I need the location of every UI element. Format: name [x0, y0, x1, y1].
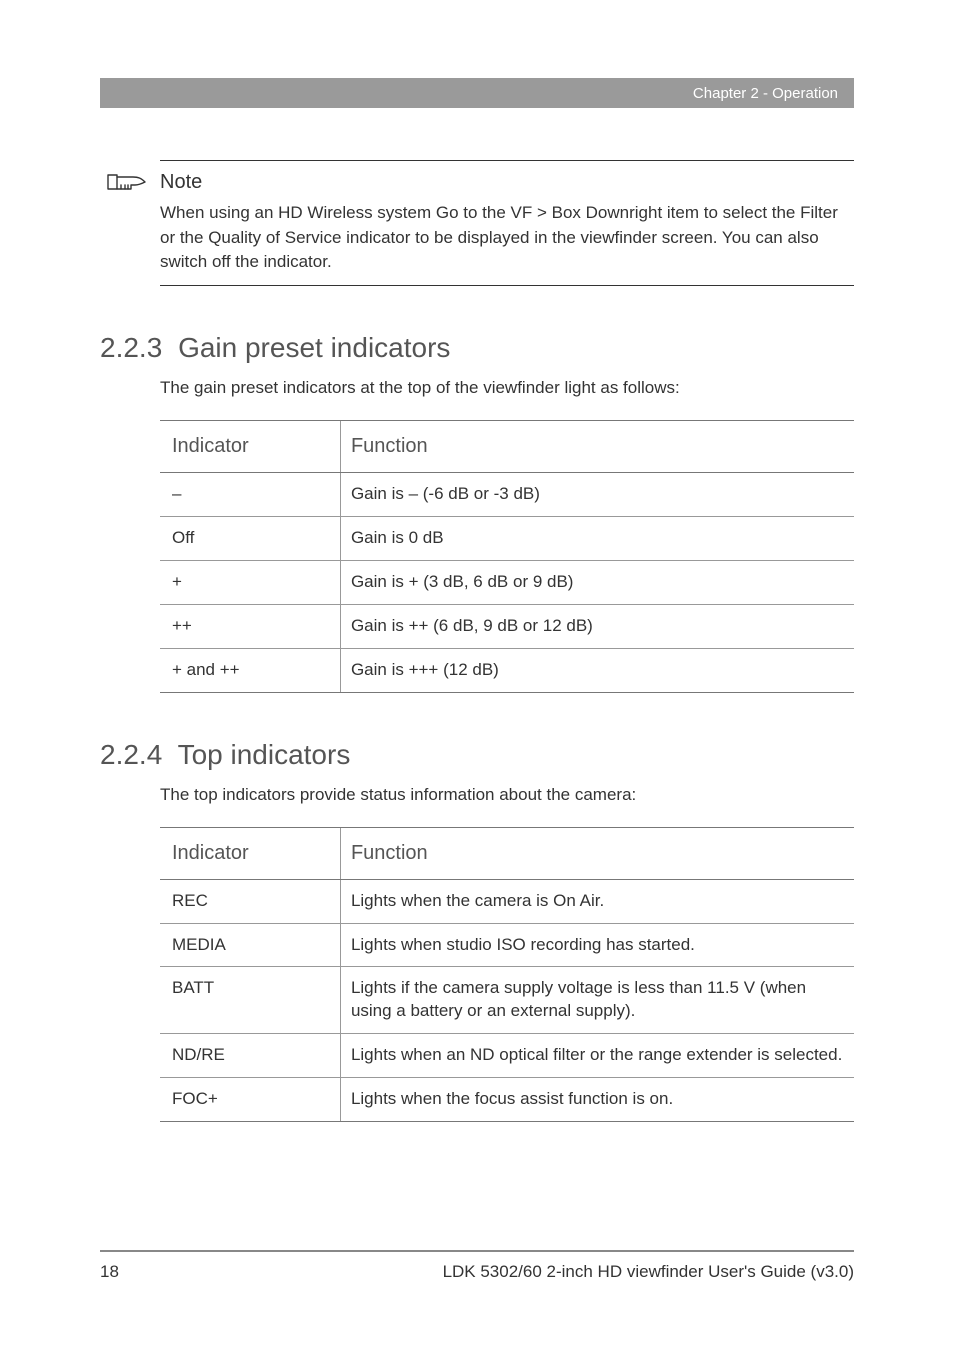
note-rule-bottom — [160, 285, 854, 286]
note-title: Note — [160, 171, 202, 194]
chapter-label: Chapter 2 - Operation — [693, 85, 838, 102]
col-function: Function — [340, 827, 854, 879]
col-indicator: Indicator — [160, 420, 340, 472]
cell-function: Gain is + (3 dB, 6 dB or 9 dB) — [340, 560, 854, 604]
cell-indicator: ++ — [160, 604, 340, 648]
section-gain-preset: 2.2.3 Gain preset indicators The gain pr… — [100, 332, 854, 693]
table-header-row: Indicator Function — [160, 420, 854, 472]
cell-function: Gain is – (-6 dB or -3 dB) — [340, 472, 854, 516]
note-body: When using an HD Wireless system Go to t… — [160, 201, 854, 275]
note-block: Note When using an HD Wireless system Go… — [160, 160, 854, 286]
table-row: + Gain is + (3 dB, 6 dB or 9 dB) — [160, 560, 854, 604]
section-number: 2.2.4 — [100, 739, 162, 771]
note-hand-icon — [104, 169, 150, 195]
cell-indicator: Off — [160, 516, 340, 560]
section-number: 2.2.3 — [100, 332, 162, 364]
table-row: FOC+ Lights when the focus assist functi… — [160, 1078, 854, 1122]
table-row: BATT Lights if the camera supply voltage… — [160, 967, 854, 1034]
table-row: ND/RE Lights when an ND optical filter o… — [160, 1034, 854, 1078]
top-indicators-table: Indicator Function REC Lights when the c… — [160, 827, 854, 1123]
section-heading-top: 2.2.4 Top indicators — [100, 739, 854, 771]
section-intro-gain: The gain preset indicators at the top of… — [160, 378, 854, 398]
doc-title: LDK 5302/60 2-inch HD viewfinder User's … — [443, 1262, 854, 1282]
cell-indicator: ND/RE — [160, 1034, 340, 1078]
table-row: + and ++ Gain is +++ (12 dB) — [160, 648, 854, 692]
section-title: Gain preset indicators — [178, 332, 450, 363]
cell-indicator: FOC+ — [160, 1078, 340, 1122]
section-intro-top: The top indicators provide status inform… — [160, 785, 854, 805]
table-row: MEDIA Lights when studio ISO recording h… — [160, 923, 854, 967]
cell-function: Lights when the focus assist function is… — [340, 1078, 854, 1122]
cell-function: Lights when studio ISO recording has sta… — [340, 923, 854, 967]
table-row: – Gain is – (-6 dB or -3 dB) — [160, 472, 854, 516]
note-header-row: Note — [160, 169, 854, 195]
section-top-indicators: 2.2.4 Top indicators The top indicators … — [100, 739, 854, 1123]
page-content: Note When using an HD Wireless system Go… — [100, 160, 854, 1122]
section-title: Top indicators — [178, 739, 351, 770]
page-header: Chapter 2 - Operation — [100, 78, 854, 108]
cell-function: Lights when an ND optical filter or the … — [340, 1034, 854, 1078]
cell-indicator: MEDIA — [160, 923, 340, 967]
col-indicator: Indicator — [160, 827, 340, 879]
cell-function: Gain is ++ (6 dB, 9 dB or 12 dB) — [340, 604, 854, 648]
cell-function: Lights when the camera is On Air. — [340, 879, 854, 923]
table-header-row: Indicator Function — [160, 827, 854, 879]
section-heading-gain: 2.2.3 Gain preset indicators — [100, 332, 854, 364]
cell-indicator: + — [160, 560, 340, 604]
cell-function: Lights if the camera supply voltage is l… — [340, 967, 854, 1034]
page-number: 18 — [100, 1262, 119, 1282]
cell-indicator: BATT — [160, 967, 340, 1034]
cell-indicator: – — [160, 472, 340, 516]
page-footer: 18 LDK 5302/60 2-inch HD viewfinder User… — [100, 1250, 854, 1282]
table-row: REC Lights when the camera is On Air. — [160, 879, 854, 923]
col-function: Function — [340, 420, 854, 472]
table-row: ++ Gain is ++ (6 dB, 9 dB or 12 dB) — [160, 604, 854, 648]
table-row: Off Gain is 0 dB — [160, 516, 854, 560]
cell-indicator: REC — [160, 879, 340, 923]
note-rule-top — [160, 160, 854, 161]
cell-function: Gain is +++ (12 dB) — [340, 648, 854, 692]
gain-table: Indicator Function – Gain is – (-6 dB or… — [160, 420, 854, 693]
cell-indicator: + and ++ — [160, 648, 340, 692]
cell-function: Gain is 0 dB — [340, 516, 854, 560]
